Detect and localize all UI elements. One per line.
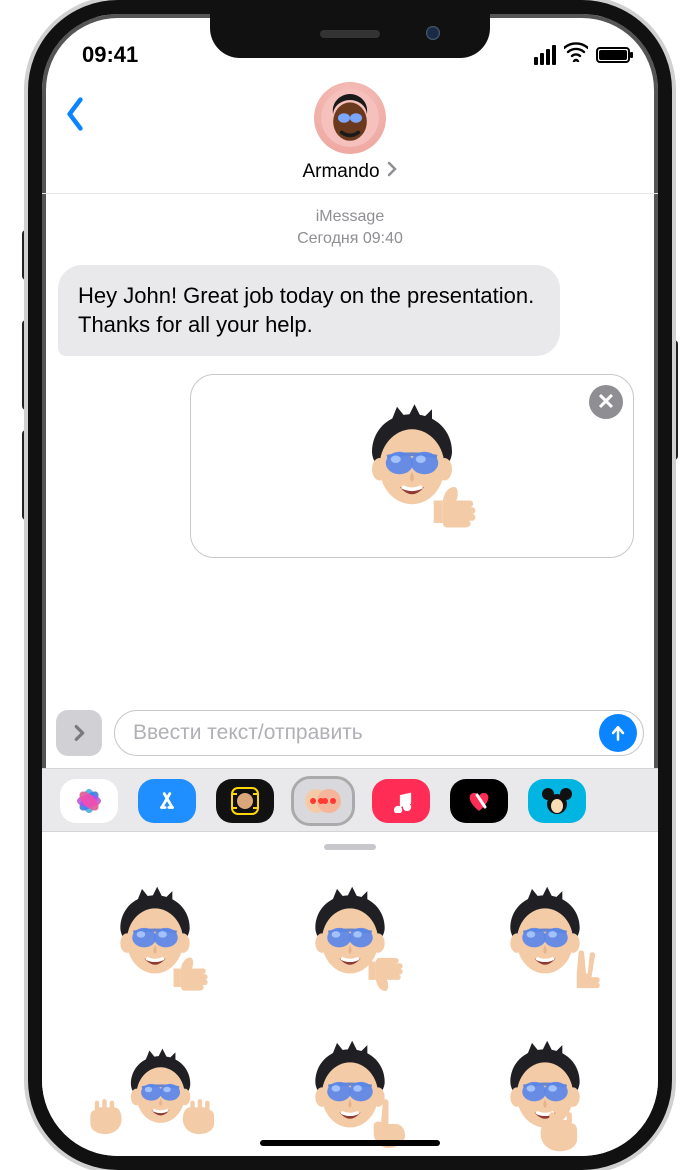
phone-frame: 09:41 Armando bbox=[28, 0, 672, 1170]
sticker-memoji-thumbs-up[interactable] bbox=[64, 862, 245, 1022]
sticker-pack-app-icon[interactable] bbox=[528, 779, 586, 823]
photos-app-icon[interactable] bbox=[60, 779, 118, 823]
conversation-header: Armando bbox=[42, 74, 658, 194]
apple-music-app-icon[interactable] bbox=[372, 779, 430, 823]
memoji-sticker-drawer[interactable] bbox=[42, 831, 658, 1156]
contact-avatar[interactable] bbox=[314, 82, 386, 154]
contact-name-button[interactable]: Armando bbox=[302, 160, 397, 183]
staged-sticker-preview: ✕ bbox=[190, 374, 634, 558]
sticker-memoji-peace-sign[interactable] bbox=[455, 862, 636, 1022]
thread-meta: iMessage Сегодня 09:40 bbox=[58, 206, 642, 251]
battery-icon bbox=[596, 47, 630, 63]
wifi-icon bbox=[564, 42, 588, 68]
digital-touch-app-icon[interactable] bbox=[450, 779, 508, 823]
app-store-icon[interactable] bbox=[138, 779, 196, 823]
status-time: 09:41 bbox=[82, 42, 138, 68]
message-input-placeholder: Ввести текст/отправить bbox=[133, 721, 363, 745]
sticker-memoji-point-up[interactable] bbox=[259, 1036, 440, 1156]
sticker-memoji-shush[interactable] bbox=[455, 1036, 636, 1156]
sticker-memoji-thumbs-down[interactable] bbox=[259, 862, 440, 1022]
sticker-memoji-jazz-hands[interactable] bbox=[64, 1036, 245, 1156]
timestamp-label: Сегодня 09:40 bbox=[58, 228, 642, 250]
staged-memoji-thumbs-up-sticker[interactable] bbox=[337, 393, 487, 543]
back-button[interactable] bbox=[64, 96, 86, 132]
arrow-up-icon bbox=[608, 723, 628, 743]
send-button[interactable] bbox=[599, 714, 637, 752]
memoji-stickers-app-icon[interactable] bbox=[294, 779, 352, 823]
device-notch bbox=[210, 14, 490, 58]
contact-name-label: Armando bbox=[302, 161, 379, 183]
incoming-message-text: Hey John! Great job today on the present… bbox=[78, 283, 534, 338]
drawer-grabber[interactable] bbox=[324, 844, 376, 850]
animoji-app-icon[interactable] bbox=[216, 779, 274, 823]
chevron-right-icon bbox=[386, 160, 398, 183]
remove-sticker-button[interactable]: ✕ bbox=[589, 385, 623, 419]
message-thread[interactable]: iMessage Сегодня 09:40 Hey John! Great j… bbox=[42, 194, 658, 710]
close-icon: ✕ bbox=[597, 389, 615, 415]
home-indicator[interactable] bbox=[260, 1140, 440, 1146]
cell-signal-icon bbox=[534, 45, 556, 65]
imessage-app-strip bbox=[42, 768, 658, 1156]
message-input[interactable]: Ввести текст/отправить bbox=[114, 710, 644, 756]
expand-apps-button[interactable] bbox=[56, 710, 102, 756]
service-label: iMessage bbox=[58, 206, 642, 228]
incoming-message-bubble[interactable]: Hey John! Great job today on the present… bbox=[58, 265, 560, 356]
